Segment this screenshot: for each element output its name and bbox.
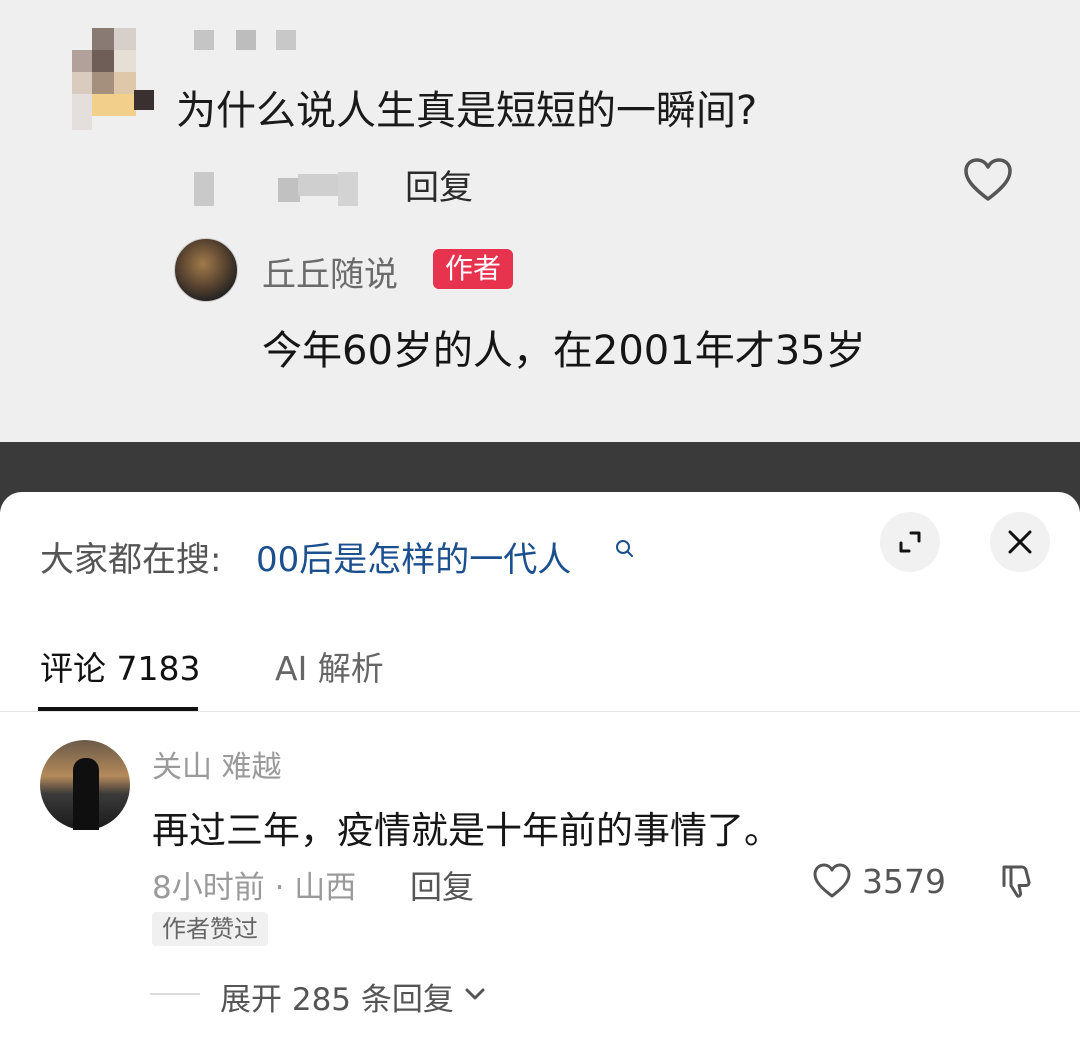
avatar[interactable] [40, 740, 130, 830]
author-badge: 作者 [433, 249, 514, 289]
expand-replies-button[interactable]: 展开 285 条回复 [220, 974, 454, 1019]
close-button[interactable] [990, 512, 1050, 572]
close-icon [1008, 530, 1032, 554]
expand-icon [899, 531, 921, 553]
tab-divider [0, 711, 1080, 712]
question-text: 为什么说人生真是短短的一瞬间? [176, 88, 758, 134]
heart-icon[interactable] [962, 155, 1014, 207]
reply-button[interactable]: 回复 [405, 160, 473, 209]
search-icon[interactable] [614, 538, 636, 560]
search-suggestion-link[interactable]: 00后是怎样的一代人 [256, 532, 571, 581]
video-frame: 为什么说人生真是短短的一瞬间? 回复 丘丘随说 作者 今年60岁的人，在2001… [0, 0, 1080, 442]
comment-text: 再过三年，疫情就是十年前的事情了。 [152, 809, 781, 852]
blurred-username [194, 30, 298, 50]
search-prefix: 大家都在搜: [40, 540, 222, 580]
blurred-avatar [72, 28, 154, 130]
like-count: 3579 [862, 862, 946, 901]
heart-icon[interactable] [812, 862, 852, 900]
thumbs-down-icon[interactable] [998, 862, 1036, 900]
divider [150, 993, 200, 995]
comment-meta: 8小时前 · 山西 [152, 870, 357, 906]
author-comment: 今年60岁的人，在2001年才35岁 [262, 328, 866, 374]
chevron-down-icon[interactable] [464, 986, 486, 1002]
tab-ai-analysis[interactable]: AI 解析 [275, 642, 384, 690]
author-liked-badge: 作者赞过 [152, 912, 268, 946]
expand-button[interactable] [880, 512, 940, 572]
author-avatar[interactable] [174, 238, 238, 302]
blurred-meta [194, 170, 360, 208]
tab-comments[interactable]: 评论 7183 [40, 642, 200, 690]
comment-username[interactable]: 关山 难越 [152, 742, 282, 786]
author-name[interactable]: 丘丘随说 [262, 247, 398, 296]
comment-reply-button[interactable]: 回复 [410, 862, 474, 908]
